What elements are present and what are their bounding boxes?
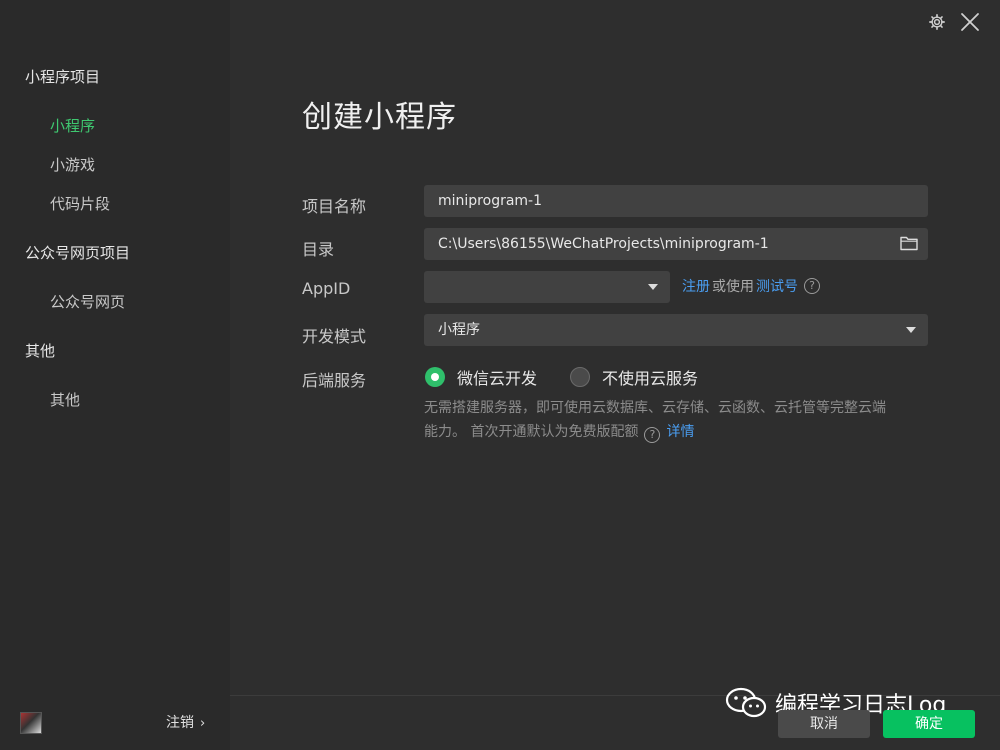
radio-checked-icon[interactable] <box>425 367 445 387</box>
register-link[interactable]: 注册 <box>682 276 710 296</box>
window-controls <box>928 12 980 32</box>
radio-cloud-dev[interactable]: 微信云开发 <box>425 365 537 389</box>
project-name-value: miniprogram-1 <box>438 193 543 209</box>
radio-no-cloud[interactable]: 不使用云服务 <box>570 365 698 389</box>
sidebar-item-official-webpage[interactable]: 公众号网页 <box>50 291 125 312</box>
chevron-down-icon <box>648 284 658 290</box>
sidebar-item-code-snippet[interactable]: 代码片段 <box>50 193 110 214</box>
avatar[interactable] <box>20 712 42 734</box>
sidebar-group-miniprogram: 小程序项目 <box>25 68 101 86</box>
logout-label: 注销 <box>166 715 194 731</box>
sidebar-group-official-account: 公众号网页项目 <box>25 244 131 262</box>
directory-label: 目录 <box>302 240 335 259</box>
confirm-button[interactable]: 确定 <box>883 710 975 738</box>
folder-icon[interactable] <box>900 235 918 251</box>
chevron-down-icon <box>906 327 916 333</box>
radio-cloud-dev-label: 微信云开发 <box>457 369 538 388</box>
description-line-2-text: 能力。 首次开通默认为免费版配额 <box>424 424 639 440</box>
directory-value: C:\Users\86155\WeChatProjects\miniprogra… <box>438 236 769 252</box>
dev-mode-value: 小程序 <box>438 322 480 338</box>
radio-unchecked-icon[interactable] <box>570 367 590 387</box>
main-panel: 创建小程序 项目名称 miniprogram-1 目录 C:\Users\861… <box>230 0 1000 750</box>
backend-label: 后端服务 <box>302 371 367 390</box>
close-icon[interactable] <box>960 12 980 32</box>
project-name-input[interactable]: miniprogram-1 <box>424 185 928 217</box>
details-link[interactable]: 详情 <box>666 424 694 440</box>
description-line-1: 无需搭建服务器，即可使用云数据库、云存储、云函数、云托管等完整云端 <box>424 400 886 416</box>
logout-button[interactable]: 注销 › <box>166 712 205 732</box>
help-icon[interactable]: ? <box>644 427 661 443</box>
chevron-right-icon: › <box>200 716 206 731</box>
sidebar-item-other[interactable]: 其他 <box>50 389 80 410</box>
appid-select[interactable] <box>424 271 670 303</box>
sidebar-item-minigame[interactable]: 小游戏 <box>50 154 95 175</box>
help-icon[interactable]: ? <box>804 278 820 294</box>
dev-mode-label: 开发模式 <box>302 327 367 346</box>
appid-label: AppID <box>302 279 351 298</box>
backend-description: 无需搭建服务器，即可使用云数据库、云存储、云函数、云托管等完整云端 能力。 首次… <box>424 396 934 444</box>
dev-mode-select[interactable]: 小程序 <box>424 314 928 346</box>
radio-no-cloud-label: 不使用云服务 <box>602 369 699 388</box>
description-line-2: 能力。 首次开通默认为免费版配额? 详情 <box>424 420 934 444</box>
wechat-icon <box>725 687 767 718</box>
sidebar-item-miniprogram[interactable]: 小程序 <box>50 115 95 136</box>
cancel-button[interactable]: 取消 <box>778 710 870 738</box>
project-name-label: 项目名称 <box>302 197 367 216</box>
or-use-text: 或使用 <box>712 279 754 295</box>
test-account-link[interactable]: 测试号 <box>756 276 798 296</box>
directory-input[interactable]: C:\Users\86155\WeChatProjects\miniprogra… <box>424 228 928 260</box>
sidebar-group-other: 其他 <box>25 342 56 360</box>
gear-icon[interactable] <box>928 13 946 31</box>
sidebar: 小程序项目 小程序 小游戏 代码片段 公众号网页项目 公众号网页 其他 其他 注… <box>0 0 230 750</box>
appid-links: 注册 或使用 测试号 ? <box>682 276 820 296</box>
page-title: 创建小程序 <box>302 100 457 135</box>
